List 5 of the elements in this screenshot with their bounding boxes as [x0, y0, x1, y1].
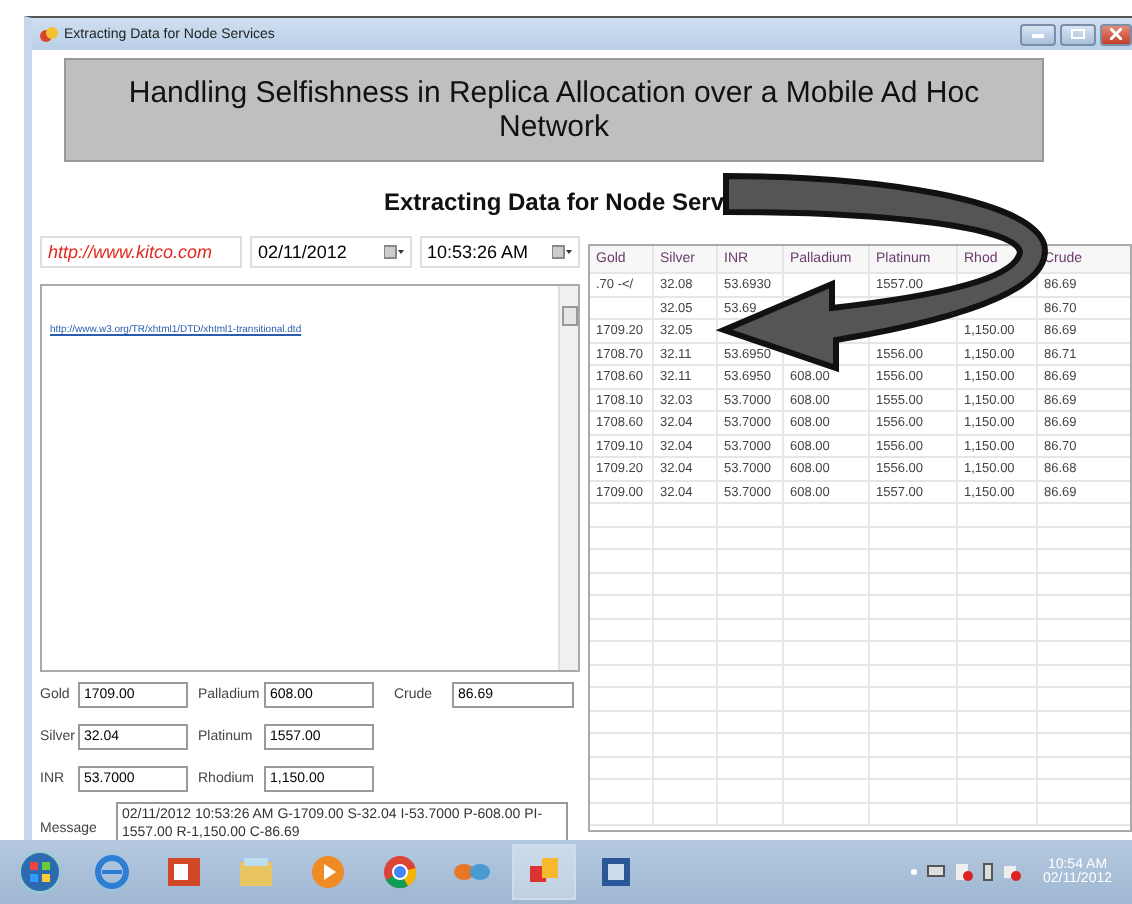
time-picker[interactable]: 10:53:26 AM	[419, 236, 580, 268]
url-field[interactable]: http://www.kitco.com	[40, 236, 242, 268]
header-title: Handling Selfishness in Replica Allocation over a Mobile Ad Hoc Network	[126, 76, 982, 144]
subtitle: Extracting Data for Node Serv	[381, 188, 727, 216]
date-picker[interactable]: 02/11/2012	[250, 236, 411, 268]
